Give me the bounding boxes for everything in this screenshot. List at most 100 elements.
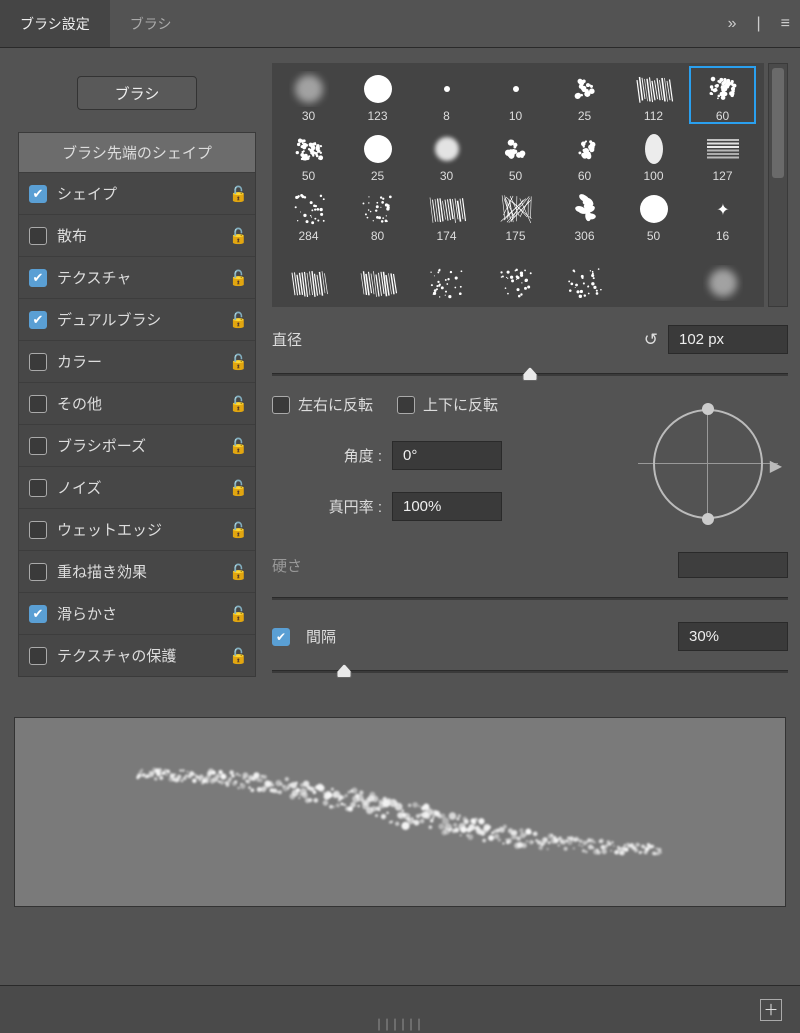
brush-tip-cell[interactable]: 306 bbox=[552, 187, 617, 243]
attr-checkbox[interactable] bbox=[29, 437, 47, 455]
attr-label: テクスチャの保護 bbox=[57, 645, 229, 666]
spacing-input[interactable]: 30% bbox=[678, 622, 788, 651]
brush-tip-cell[interactable]: 112 bbox=[621, 67, 686, 123]
attr-label: 散布 bbox=[57, 225, 229, 246]
brush-tip-cell[interactable]: 25 bbox=[345, 127, 410, 183]
lock-icon[interactable]: 🔓 bbox=[229, 647, 247, 665]
lock-icon[interactable]: 🔓 bbox=[229, 269, 247, 287]
flip-y-checkbox[interactable]: 上下に反転 bbox=[397, 394, 498, 415]
resize-grip-icon[interactable]: ┃┃┃┃┃┃ bbox=[376, 1020, 424, 1031]
hardness-input bbox=[678, 552, 788, 578]
lock-icon[interactable]: 🔓 bbox=[229, 395, 247, 413]
attr-checkbox[interactable] bbox=[29, 647, 47, 665]
attr-checkbox[interactable] bbox=[29, 479, 47, 497]
attr-row[interactable]: ✔ 滑らかさ 🔓 bbox=[19, 592, 255, 634]
attr-row[interactable]: カラー 🔓 bbox=[19, 340, 255, 382]
brush-tip-cell[interactable]: ✦16 bbox=[690, 187, 755, 243]
lock-icon[interactable]: 🔓 bbox=[229, 605, 247, 623]
attr-checkbox[interactable] bbox=[29, 563, 47, 581]
attr-checkbox[interactable]: ✔ bbox=[29, 605, 47, 623]
roundness-input[interactable]: 100% bbox=[392, 492, 502, 521]
lock-icon[interactable]: 🔓 bbox=[229, 563, 247, 581]
diameter-input[interactable]: 102 px bbox=[668, 325, 788, 354]
brush-tip-cell[interactable]: 30 bbox=[276, 67, 341, 123]
attr-row[interactable]: その他 🔓 bbox=[19, 382, 255, 424]
attr-row[interactable]: ノイズ 🔓 bbox=[19, 466, 255, 508]
brush-tip-cell[interactable] bbox=[552, 247, 617, 303]
brush-detail-panel: 3012381025112605025305060100127284801741… bbox=[262, 58, 800, 687]
attr-checkbox[interactable]: ✔ bbox=[29, 311, 47, 329]
attr-label: ウェットエッジ bbox=[57, 519, 229, 540]
brush-attributes-list: ブラシ先端のシェイプ ✔ シェイプ 🔓 散布 🔓✔ テクスチャ 🔓✔ デュアルブ… bbox=[18, 132, 256, 677]
brush-thumb-icon bbox=[634, 71, 674, 107]
brush-tip-cell[interactable]: 175 bbox=[483, 187, 548, 243]
lock-icon[interactable]: 🔓 bbox=[229, 185, 247, 203]
brush-tip-cell[interactable]: 10 bbox=[483, 67, 548, 123]
brush-thumb-icon bbox=[565, 71, 605, 107]
brush-tip-cell[interactable]: 100 bbox=[621, 127, 686, 183]
lock-icon[interactable]: 🔓 bbox=[229, 521, 247, 539]
brush-thumb-icon bbox=[634, 131, 674, 167]
spacing-slider[interactable] bbox=[272, 661, 788, 681]
lock-icon[interactable]: 🔓 bbox=[229, 311, 247, 329]
tab-brush-settings[interactable]: ブラシ設定 bbox=[0, 0, 110, 47]
attr-checkbox[interactable] bbox=[29, 227, 47, 245]
diameter-slider[interactable] bbox=[272, 364, 788, 384]
brush-tip-cell[interactable]: 123 bbox=[345, 67, 410, 123]
brush-tip-cell[interactable]: 127 bbox=[690, 127, 755, 183]
brush-tip-cell[interactable] bbox=[621, 247, 686, 303]
brush-tip-cell[interactable]: 30 bbox=[414, 127, 479, 183]
brush-tip-cell[interactable]: 50 bbox=[276, 127, 341, 183]
expand-icon[interactable]: » bbox=[718, 15, 747, 33]
angle-roundness-widget[interactable]: ▶ bbox=[638, 394, 778, 534]
attr-checkbox[interactable]: ✔ bbox=[29, 269, 47, 287]
brush-tip-cell[interactable] bbox=[483, 247, 548, 303]
brush-tip-cell[interactable]: 25 bbox=[552, 67, 617, 123]
attr-checkbox[interactable] bbox=[29, 353, 47, 371]
brush-tip-shape-header[interactable]: ブラシ先端のシェイプ bbox=[19, 133, 255, 172]
brush-tip-cell[interactable]: 284 bbox=[276, 187, 341, 243]
attr-row[interactable]: ブラシポーズ 🔓 bbox=[19, 424, 255, 466]
brush-tip-cell[interactable]: 50 bbox=[483, 127, 548, 183]
brush-tip-cell[interactable]: 50 bbox=[621, 187, 686, 243]
angle-label: 角度 : bbox=[312, 445, 382, 466]
lock-icon[interactable]: 🔓 bbox=[229, 479, 247, 497]
new-brush-icon[interactable]: ＋ bbox=[760, 999, 782, 1021]
brush-thumb-icon bbox=[703, 265, 743, 301]
brush-size-label: 50 bbox=[509, 169, 522, 183]
brush-grid-scrollbar[interactable] bbox=[768, 63, 788, 307]
brush-tip-cell[interactable]: 80 bbox=[345, 187, 410, 243]
brush-tip-cell[interactable] bbox=[345, 247, 410, 303]
attr-row[interactable]: ✔ デュアルブラシ 🔓 bbox=[19, 298, 255, 340]
brush-tip-cell[interactable] bbox=[414, 247, 479, 303]
lock-icon[interactable]: 🔓 bbox=[229, 437, 247, 455]
brush-tip-cell[interactable] bbox=[276, 247, 341, 303]
attr-row[interactable]: テクスチャの保護 🔓 bbox=[19, 634, 255, 676]
brush-thumb-icon bbox=[634, 191, 674, 227]
brush-tip-cell[interactable] bbox=[690, 247, 755, 303]
flip-x-checkbox[interactable]: 左右に反転 bbox=[272, 394, 373, 415]
attr-row[interactable]: ウェットエッジ 🔓 bbox=[19, 508, 255, 550]
lock-icon[interactable]: 🔓 bbox=[229, 227, 247, 245]
reset-size-icon[interactable]: ↺ bbox=[644, 330, 658, 350]
attr-row[interactable]: 重ね描き効果 🔓 bbox=[19, 550, 255, 592]
spacing-checkbox[interactable]: ✔間隔 bbox=[272, 626, 336, 647]
brush-tip-cell[interactable]: 60 bbox=[690, 67, 755, 123]
attr-checkbox[interactable] bbox=[29, 521, 47, 539]
brush-tip-cell[interactable]: 174 bbox=[414, 187, 479, 243]
angle-input[interactable]: 0° bbox=[392, 441, 502, 470]
brush-button[interactable]: ブラシ bbox=[77, 76, 197, 110]
attr-row[interactable]: ✔ テクスチャ 🔓 bbox=[19, 256, 255, 298]
attr-row[interactable]: ✔ シェイプ 🔓 bbox=[19, 172, 255, 214]
menu-icon[interactable]: ≡ bbox=[771, 15, 800, 33]
roundness-label: 真円率 : bbox=[312, 496, 382, 517]
spacing-label: 間隔 bbox=[306, 626, 336, 647]
attr-checkbox[interactable] bbox=[29, 395, 47, 413]
brush-tip-cell[interactable]: 60 bbox=[552, 127, 617, 183]
attr-label: ノイズ bbox=[57, 477, 229, 498]
attr-checkbox[interactable]: ✔ bbox=[29, 185, 47, 203]
tab-brushes[interactable]: ブラシ bbox=[110, 0, 192, 47]
attr-row[interactable]: 散布 🔓 bbox=[19, 214, 255, 256]
lock-icon[interactable]: 🔓 bbox=[229, 353, 247, 371]
brush-tip-cell[interactable]: 8 bbox=[414, 67, 479, 123]
